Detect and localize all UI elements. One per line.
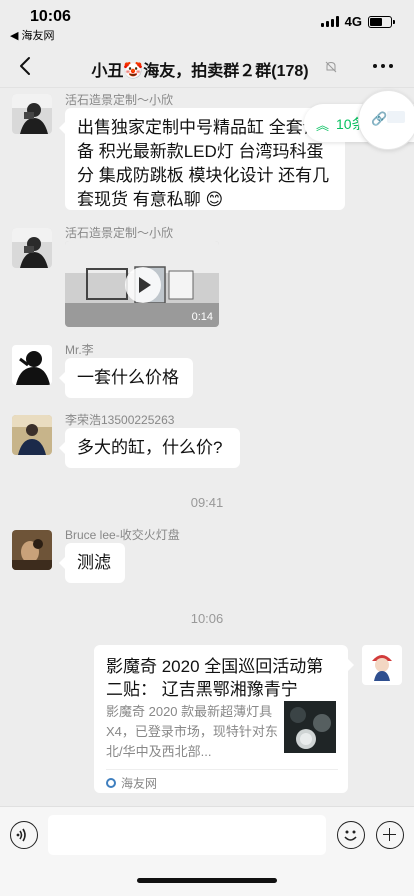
battery-icon (368, 15, 395, 28)
play-icon[interactable] (125, 267, 161, 303)
status-indicators: 4G (320, 14, 395, 29)
chevron-left-icon[interactable] (14, 54, 38, 78)
card-source: 海友网 (106, 769, 338, 792)
message-bubble[interactable]: 多大的缸，什么价? (59, 428, 240, 468)
link-icon: 🔗 (371, 111, 388, 126)
status-time: 10:06 (30, 8, 71, 25)
card-description: 影魔奇 2020 款最新超薄灯具 X4，已登录市场，现特针对东北/华中及西北部.… (106, 704, 278, 759)
sender-name: 活石造景定制～小欣 (65, 93, 174, 107)
message-bubble[interactable]: 测滤 (59, 543, 125, 583)
network-label: 4G (344, 14, 362, 29)
time-divider: 10:06 (190, 611, 224, 626)
time-divider: 09:41 (190, 495, 224, 510)
message-bubble[interactable]: 一套什么价格 (59, 358, 193, 398)
emoji-icon[interactable] (337, 821, 365, 849)
sender-name: Bruce lee-收交火灯盘 (65, 528, 180, 542)
chat-title: 小丑🤡海友，拍卖群２群(178) (91, 63, 309, 80)
card-title: 影魔奇 2020 全国巡回活动第二贴： 辽吉黑鄂湘豫青宁 (106, 657, 324, 699)
more-dots-icon[interactable] (372, 58, 394, 74)
link-card[interactable]: 影魔奇 2020 全国巡回活动第二贴： 辽吉黑鄂湘豫青宁 影魔奇 2020 款最… (94, 645, 354, 793)
double-up-arrow-icon: ︽ (316, 118, 330, 133)
sender-name: 活石造景定制～小欣 (65, 226, 174, 240)
sender-name: Mr.李 (65, 343, 94, 357)
voice-icon[interactable] (10, 821, 38, 849)
avatar[interactable] (12, 530, 52, 570)
my-avatar[interactable] (362, 645, 402, 685)
video-duration: 0:14 (191, 311, 213, 323)
avatar[interactable] (12, 415, 52, 455)
back-to-app-link[interactable]: ◀ 海友网 (10, 27, 55, 43)
source-logo-icon (106, 777, 116, 788)
video-message[interactable]: 0:14 (65, 241, 219, 327)
status-bar: 10:06 ◀ 海友网 4G (0, 0, 414, 44)
avatar[interactable] (12, 345, 52, 385)
avatar[interactable] (12, 94, 52, 134)
plus-icon[interactable] (376, 821, 404, 849)
card-thumbnail (284, 701, 336, 753)
message-input[interactable] (48, 815, 326, 855)
message-bubble[interactable]: 出售独家定制中号精品缸 全套设备 积光最新款LED灯 台湾玛科蛋分 集成防跳板 … (59, 108, 345, 210)
bell-off-icon (325, 61, 337, 73)
sender-name: 李荣浩13500225263 (65, 413, 175, 427)
avatar[interactable] (12, 228, 52, 268)
floating-window-button[interactable]: 🔗 (358, 90, 414, 150)
mini-page-icon (387, 111, 405, 123)
signal-icon (320, 16, 339, 27)
home-indicator (137, 878, 277, 883)
nav-bar: 小丑🤡海友，拍卖群２群(178) (0, 44, 414, 88)
